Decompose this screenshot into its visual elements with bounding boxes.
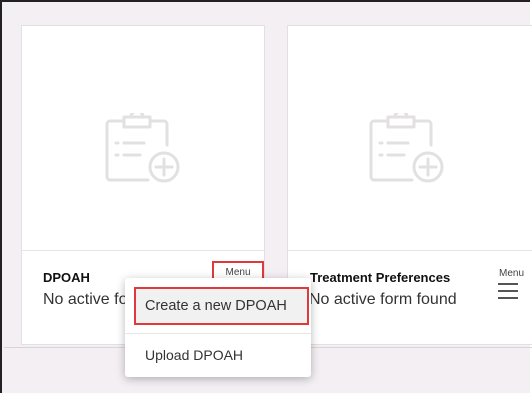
menu-divider (125, 333, 311, 334)
card-title: DPOAH (43, 270, 90, 285)
clipboard-add-icon (105, 113, 180, 183)
card-title: Treatment Preferences (310, 270, 451, 285)
card-menu-dropdown: Create a new DPOAH Upload DPOAH (125, 278, 311, 377)
menu-item-create-dpoah[interactable]: Create a new DPOAH (134, 287, 309, 325)
form-card-treatment-preferences[interactable]: Treatment Preferences No active form fou… (287, 25, 532, 345)
card-menu-label[interactable]: Menu (499, 268, 524, 279)
card-image-area[interactable] (22, 26, 264, 251)
app-viewport: DPOAH No active form found Menu Treatmen… (0, 0, 532, 393)
card-status: No active form found (309, 291, 457, 308)
clipboard-add-icon (369, 113, 444, 183)
hamburger-menu-icon[interactable] (498, 283, 518, 299)
card-image-area[interactable] (288, 26, 532, 251)
menu-item-upload-dpoah[interactable]: Upload DPOAH (125, 342, 311, 368)
